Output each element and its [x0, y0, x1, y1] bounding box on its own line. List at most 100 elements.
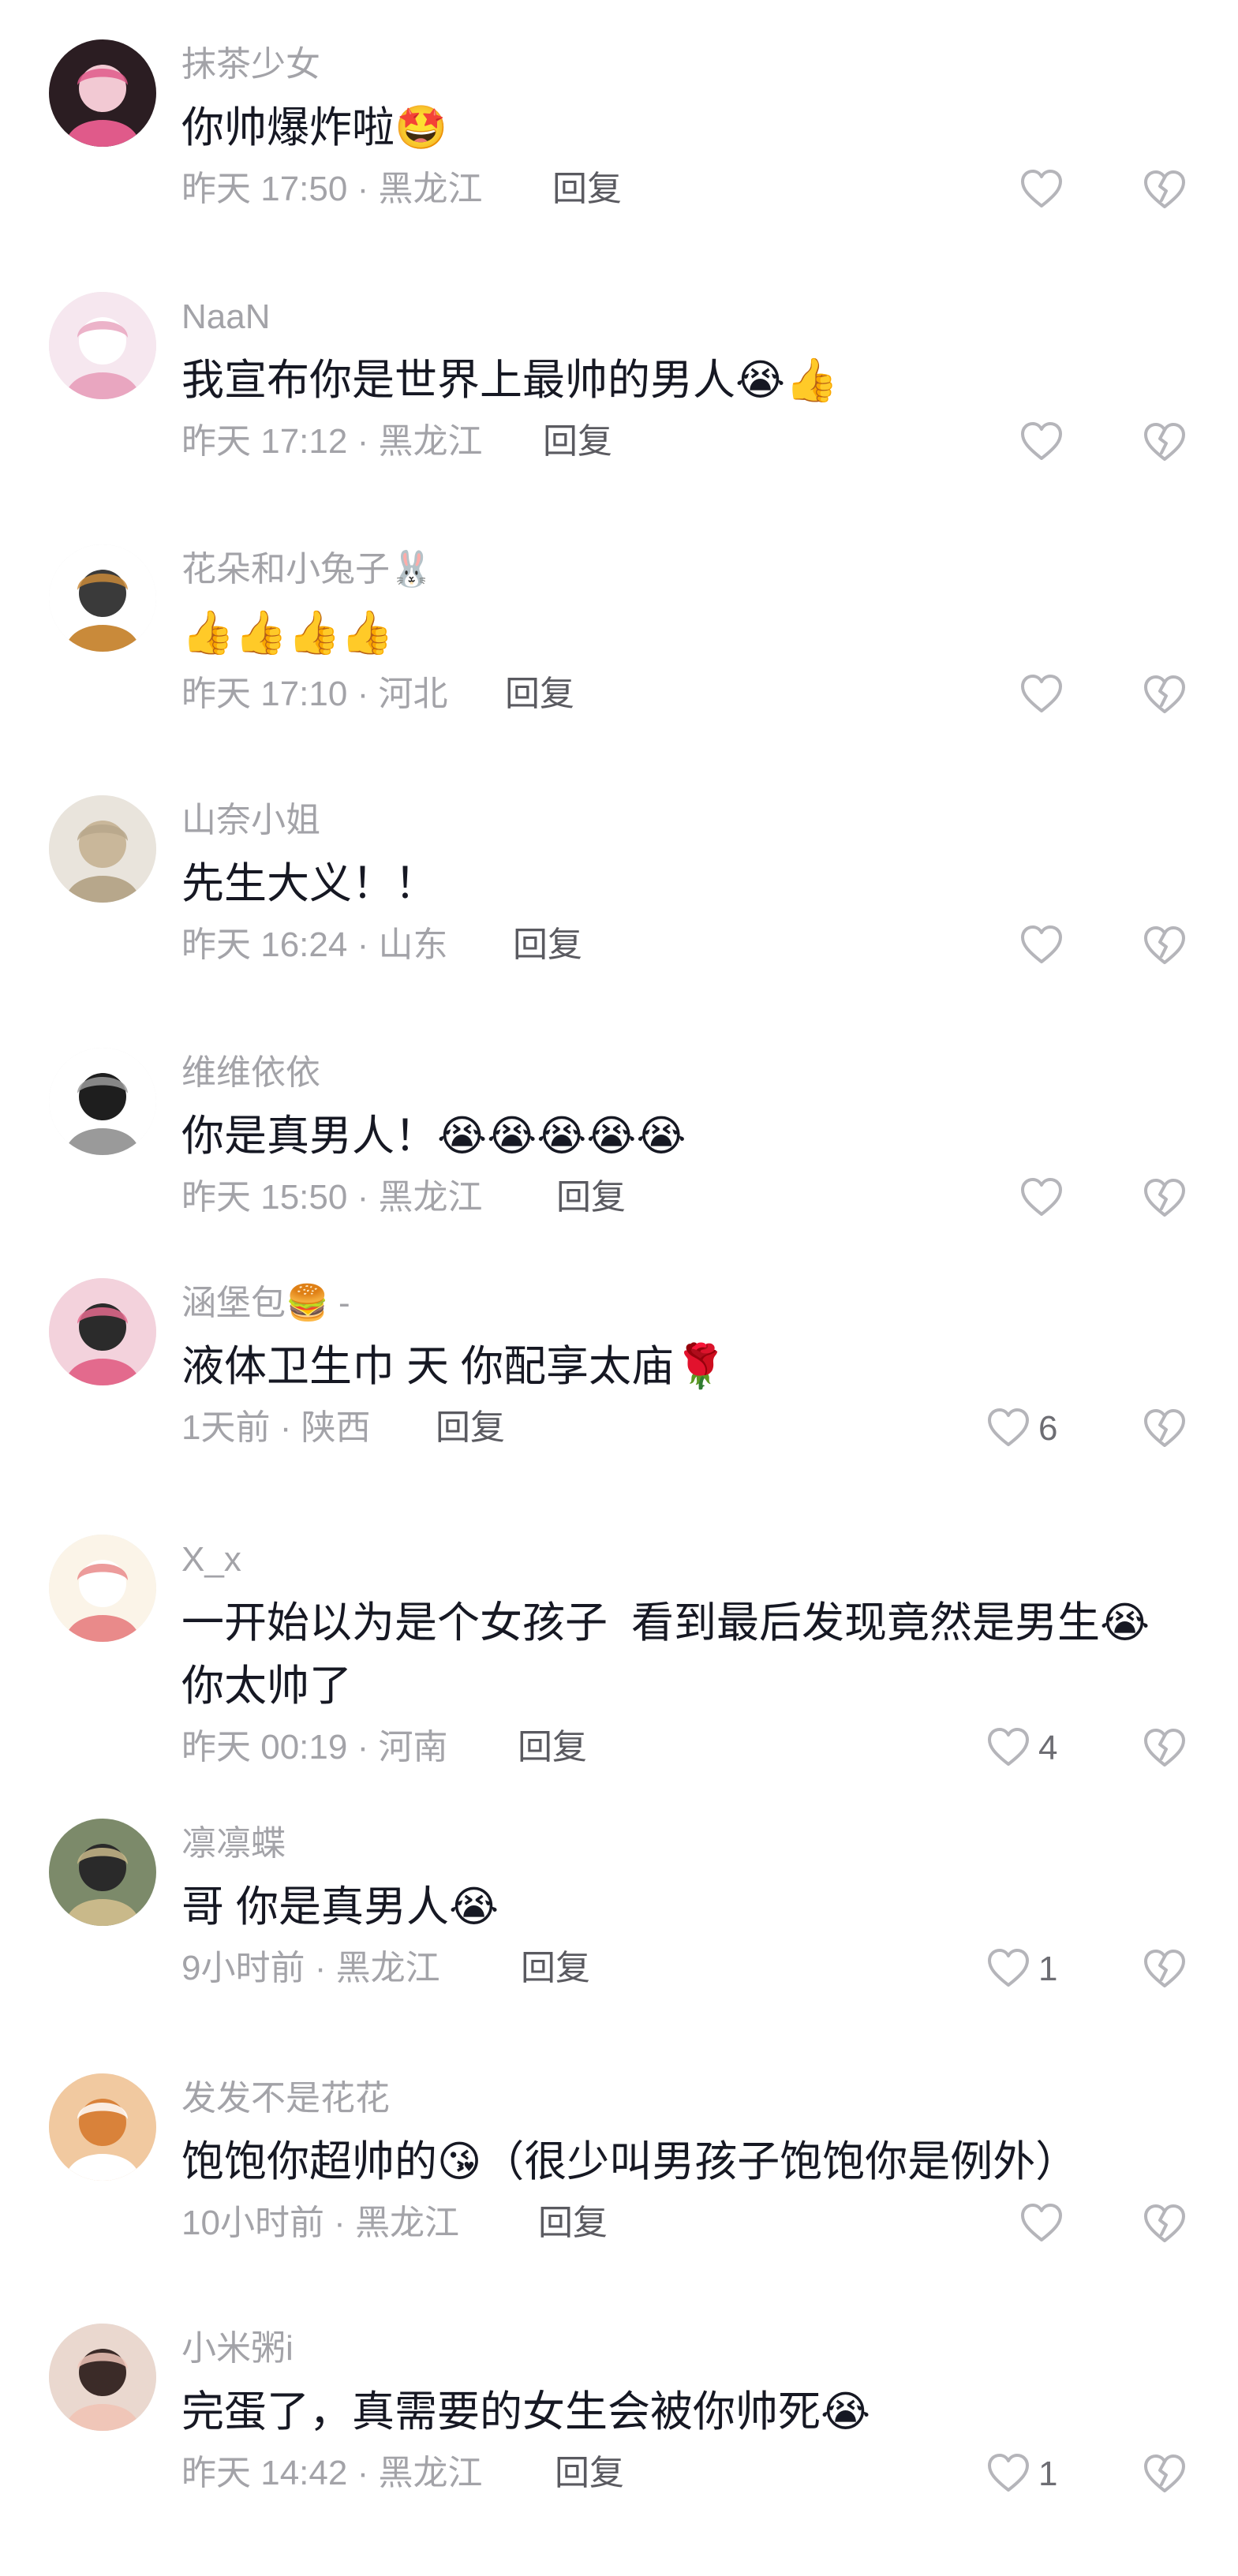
comment-text: 你是真男人！😭😭😭😭😭 [181, 1112, 686, 1160]
broken-heart-icon [1143, 2204, 1187, 2249]
comment-location: 黑龙江 [335, 1949, 440, 1987]
broken-heart-icon [1143, 1729, 1187, 1773]
avatar[interactable] [49, 292, 156, 399]
avatar[interactable] [49, 39, 156, 147]
comment-meta: 昨天 17:10 · 河北 [181, 671, 447, 718]
avatar[interactable] [49, 1278, 156, 1385]
comment-location: 河南 [378, 1728, 448, 1767]
comment-username[interactable]: 涵堡包🍔 - [181, 1281, 350, 1325]
heart-outline-icon [986, 1407, 1030, 1452]
comment-text: 哥 你是真男人😭 [181, 1883, 499, 1931]
comment-item: 凛凛蝶哥 你是真男人😭 9小时前 · 黑龙江 回复 1 [0, 1819, 1238, 2000]
avatar[interactable] [49, 795, 156, 903]
like-button[interactable] [1019, 667, 1138, 723]
reply-button[interactable]: 回复 [518, 1724, 587, 1771]
heart-outline-icon [1019, 421, 1064, 465]
avatar[interactable] [49, 1535, 156, 1642]
reply-button[interactable]: 回复 [556, 1174, 626, 1221]
like-button[interactable]: 1 [986, 2447, 1105, 2502]
broken-heart-icon [1143, 2454, 1187, 2499]
avatar[interactable] [49, 1048, 156, 1155]
dislike-button[interactable] [1143, 672, 1190, 720]
like-button[interactable]: 4 [986, 1721, 1105, 1776]
broken-heart-icon [1143, 170, 1187, 215]
dislike-button[interactable] [1143, 1176, 1190, 1223]
comment-time: 昨天 17:50 [181, 170, 348, 208]
like-button[interactable]: 6 [986, 1401, 1105, 1456]
comment-item: 小米粥i 完蛋了，真需要的女生会被你帅死😭 昨天 14:42 · 黑龙江 回复 1 [0, 2324, 1238, 2505]
meta-separator: · [347, 925, 379, 964]
reply-button[interactable]: 回复 [513, 922, 582, 969]
comment-text: 先生大义！！ [181, 860, 437, 907]
dislike-button[interactable] [1143, 2201, 1190, 2249]
heart-outline-icon [986, 1947, 1030, 1992]
dislike-button[interactable] [1143, 1725, 1190, 1773]
comment-time: 昨天 17:10 [181, 675, 348, 713]
like-button[interactable] [1019, 163, 1138, 218]
comment-time: 9小时前 [181, 1949, 305, 1987]
comment-time: 昨天 14:42 [181, 2454, 348, 2492]
comment-username[interactable]: 小米粥i [181, 2327, 294, 2371]
meta-separator: · [347, 1728, 379, 1767]
comment-item: 抹茶少女 你帅爆炸啦🤩 昨天 17:50 · 黑龙江 回复 [0, 39, 1238, 221]
reply-button[interactable]: 回复 [543, 418, 612, 465]
avatar[interactable] [49, 2324, 156, 2431]
avatar[interactable] [49, 544, 156, 652]
like-count: 1 [1038, 2454, 1058, 2493]
comment-item: 山奈小姐先生大义！！ 昨天 16:24 · 山东 回复 [0, 795, 1238, 977]
dislike-button[interactable] [1143, 923, 1190, 970]
comment-meta: 9小时前 · 黑龙江 [181, 1945, 440, 1992]
comment-username[interactable]: NaaN [181, 295, 271, 339]
comment-location: 河北 [378, 675, 448, 713]
comment-time: 昨天 15:50 [181, 1178, 348, 1217]
dislike-button[interactable] [1143, 2451, 1190, 2499]
comment-username[interactable]: 花朵和小兔子🐰 [181, 548, 433, 592]
heart-outline-icon [1019, 2202, 1064, 2247]
comment-location: 黑龙江 [355, 2204, 460, 2242]
comment-location: 山东 [378, 925, 448, 964]
dislike-button[interactable] [1143, 1946, 1190, 1994]
like-count: 6 [1038, 1409, 1058, 1448]
like-button[interactable] [1019, 415, 1138, 470]
comment-time: 10小时前 [181, 2204, 324, 2242]
meta-separator: · [347, 2454, 379, 2492]
comment-username[interactable]: 维维依依 [181, 1051, 320, 1095]
comment-item: 涵堡包🍔 - 液体卫生巾 天 你配享太庙🌹 1天前 · 陕西 回复 6 [0, 1278, 1238, 1460]
reply-button[interactable]: 回复 [505, 671, 574, 718]
reply-button[interactable]: 回复 [555, 2450, 624, 2497]
broken-heart-icon [1143, 926, 1187, 970]
avatar[interactable] [49, 2073, 156, 2181]
like-button[interactable] [1019, 1171, 1138, 1226]
heart-outline-icon [986, 2452, 1030, 2497]
comment-text: 你帅爆炸啦🤩 [181, 104, 448, 151]
comment-time: 昨天 16:24 [181, 925, 348, 964]
dislike-button[interactable] [1143, 420, 1190, 467]
comment-meta: 昨天 14:42 · 黑龙江 [181, 2450, 482, 2497]
dislike-button[interactable] [1143, 167, 1190, 215]
avatar[interactable] [49, 1819, 156, 1926]
comment-username[interactable]: 抹茶少女 [181, 43, 320, 87]
comment-text: 👍👍👍👍 [181, 609, 394, 656]
heart-outline-icon [1019, 168, 1064, 213]
like-button[interactable]: 1 [986, 1942, 1105, 1997]
heart-outline-icon [1019, 924, 1064, 969]
comment-item: 发发不是花花 饱饱你超帅的😘（很少叫男孩子饱饱你是例外） 10小时前 · 黑龙江 回复 [0, 2073, 1238, 2255]
meta-separator: · [347, 170, 379, 208]
like-button[interactable] [1019, 918, 1138, 974]
comment-item: NaaN 我宣布你是世界上最帅的男人😭👍 昨天 17:12 · 黑龙江 回复 [0, 292, 1238, 473]
like-button[interactable] [1019, 2197, 1138, 2252]
comment-username[interactable]: 凛凛蝶 [181, 1822, 286, 1866]
comment-username[interactable]: 发发不是花花 [181, 2077, 390, 2121]
reply-button[interactable]: 回复 [538, 2200, 608, 2247]
comment-text: 完蛋了，真需要的女生会被你帅死😭 [181, 2388, 871, 2436]
comment-text: 饱饱你超帅的😘（很少叫男孩子饱饱你是例外） [181, 2138, 1079, 2185]
comment-location: 黑龙江 [378, 422, 483, 461]
comment-username[interactable]: X_x [181, 1538, 241, 1582]
dislike-button[interactable] [1143, 1406, 1190, 1453]
reply-button[interactable]: 回复 [436, 1404, 505, 1452]
meta-separator: · [347, 422, 379, 461]
reply-button[interactable]: 回复 [521, 1945, 590, 1992]
comment-username[interactable]: 山奈小姐 [181, 798, 320, 843]
comment-location: 陕西 [301, 1408, 371, 1447]
reply-button[interactable]: 回复 [552, 166, 622, 213]
